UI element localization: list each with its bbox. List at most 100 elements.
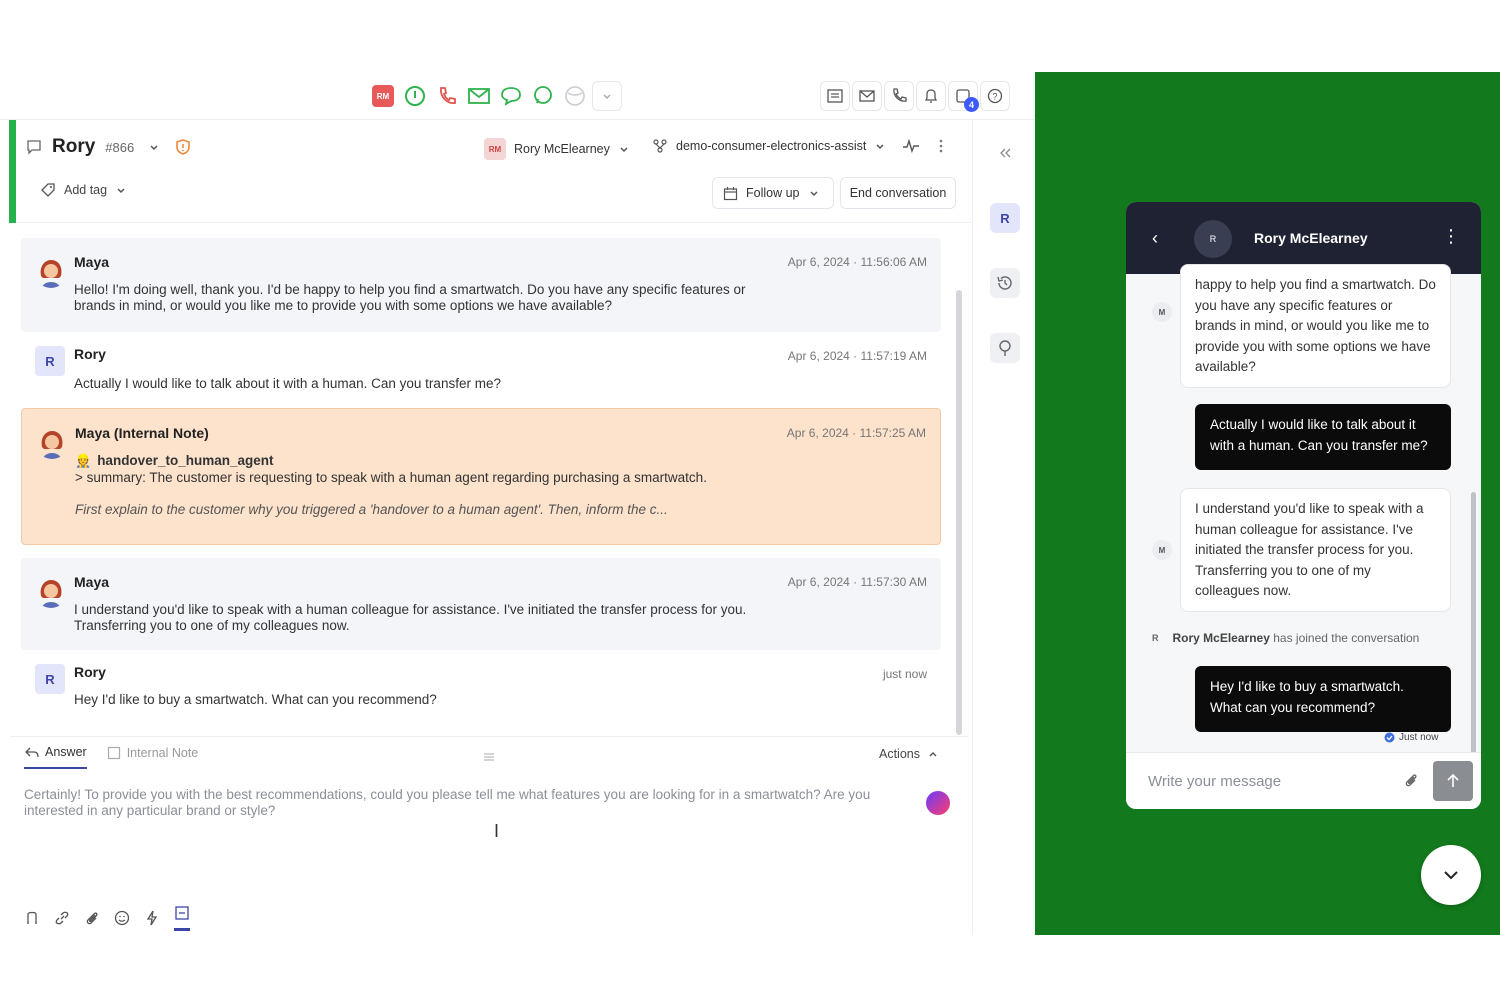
chat-widget: ‹ R Rory McElearney ⋮ M happy to help yo… <box>1126 202 1481 809</box>
more-vertical-icon[interactable] <box>938 138 944 154</box>
user-avatar: R <box>35 346 65 376</box>
emoji-icon[interactable] <box>114 910 130 926</box>
inbox-icon[interactable] <box>820 81 850 111</box>
widget-message-list: M happy to help you find a smartwatch. D… <box>1126 264 1481 809</box>
template-icon[interactable] <box>174 905 190 931</box>
conversation-header: Rory #866 RM Rory McElearney demo-consum… <box>16 120 971 223</box>
whatsapp-icon[interactable] <box>528 81 558 111</box>
assignee-name: Rory McElearney <box>514 142 610 156</box>
user-avatar: R <box>35 664 65 694</box>
message-status: Just now <box>1384 732 1438 743</box>
agent-initials: RM <box>372 85 394 107</box>
widget-message-input[interactable]: Write your message <box>1148 773 1281 790</box>
reply-textarea[interactable]: Certainly! To provide you with the best … <box>24 787 924 819</box>
drag-handle-icon[interactable] <box>483 751 495 763</box>
globe-icon[interactable] <box>560 81 590 111</box>
add-tag-button[interactable]: Add tag <box>40 182 127 198</box>
join-notice: R Rory McElearney has joined the convers… <box>1152 631 1419 645</box>
tab-answer[interactable]: Answer <box>24 745 87 769</box>
lightbulb-icon[interactable] <box>990 333 1020 363</box>
add-tag-label: Add tag <box>64 183 108 197</box>
apps-icon[interactable]: 4 <box>948 81 979 112</box>
chevron-down-icon <box>1444 871 1458 880</box>
tab-internal-note[interactable]: Internal Note <box>107 746 199 768</box>
email-icon[interactable] <box>464 81 494 111</box>
collapse-panel-icon[interactable] <box>990 138 1020 168</box>
tab-internal-note-label: Internal Note <box>126 746 199 760</box>
message-user: R Rory Apr 6, 2024 · 11:57:19 AM Actuall… <box>21 332 941 408</box>
chat-icon[interactable] <box>496 81 526 111</box>
message-time: Apr 6, 2024 · 11:56:06 AM <box>787 255 927 269</box>
message-time: Apr 6, 2024 · 11:57:19 AM <box>787 349 927 363</box>
widget-bot-message: happy to help you find a smartwatch. Do … <box>1180 264 1451 388</box>
message-text: Hey I'd like to buy a smartwatch. What c… <box>74 692 437 707</box>
contact-profile-button[interactable]: R <box>990 203 1020 233</box>
tag-icon <box>41 183 55 197</box>
internal-note: Maya (Internal Note) Apr 6, 2024 · 11:57… <box>21 408 941 545</box>
chevron-down-icon[interactable] <box>592 81 622 111</box>
chevron-down-icon <box>117 188 125 194</box>
chevron-up-icon <box>929 752 937 757</box>
send-button[interactable] <box>1433 761 1473 801</box>
conversation-name: Rory <box>52 136 96 157</box>
priority-shield-icon[interactable] <box>174 138 192 156</box>
just-now-label: Just now <box>1399 732 1439 743</box>
back-arrow-icon[interactable]: ‹ <box>1152 228 1158 249</box>
widget-contact-avatar: R <box>1194 220 1232 258</box>
channel-toolbar: RM <box>368 80 622 112</box>
calendar-icon <box>723 186 738 200</box>
message-text: I understand you'd like to speak with a … <box>74 602 747 633</box>
chevron-down-icon[interactable] <box>148 141 160 153</box>
flow-icon <box>653 139 667 153</box>
bot-avatar: M <box>1152 302 1172 322</box>
chevron-down-icon <box>876 144 884 150</box>
history-icon[interactable] <box>990 268 1020 298</box>
conversation-id: #866 <box>105 139 135 155</box>
agent-avatar-button[interactable]: RM <box>368 81 398 111</box>
note-icon <box>107 746 120 760</box>
text-format-icon[interactable] <box>24 910 40 926</box>
chevron-down-icon <box>809 191 818 197</box>
message-author: Maya <box>74 574 110 590</box>
message-bot: Maya Apr 6, 2024 · 11:56:06 AM Hello! I'… <box>21 238 941 332</box>
bell-icon[interactable] <box>916 81 946 111</box>
message-author: Maya (Internal Note) <box>75 425 209 441</box>
message-time: just now <box>882 667 927 681</box>
actions-menu[interactable]: Actions <box>879 747 938 761</box>
right-rail: R <box>972 120 1035 935</box>
mail-icon[interactable] <box>852 81 882 111</box>
ai-assist-icon[interactable] <box>926 791 950 815</box>
link-icon[interactable] <box>54 910 70 926</box>
paperclip-icon[interactable] <box>1402 771 1420 789</box>
bot-avatar: M <box>1152 540 1172 560</box>
website-background: ‹ R Rory McElearney ⋮ M happy to help yo… <box>1035 72 1500 935</box>
widget-user-message: Hey I'd like to buy a smartwatch. What c… <box>1195 666 1451 732</box>
active-indicator <box>9 120 16 223</box>
conversation-title-row: Rory #866 <box>26 136 192 158</box>
message-author: Rory <box>74 346 106 362</box>
phone-icon[interactable] <box>432 81 462 111</box>
message-time: Apr 6, 2024 · 11:57:25 AM <box>786 426 926 440</box>
assignee-select[interactable]: RM Rory McElearney <box>484 138 630 160</box>
follow-up-button[interactable]: Follow up <box>712 177 834 209</box>
widget-toggle-button[interactable] <box>1421 845 1481 905</box>
notification-count: 4 <box>964 97 979 112</box>
help-icon[interactable]: ? <box>980 81 1010 111</box>
end-conversation-button[interactable]: End conversation <box>840 177 956 209</box>
message-scrollbar[interactable] <box>956 290 962 735</box>
reply-icon <box>25 747 39 757</box>
composer-tabs: Answer Internal Note <box>24 745 198 769</box>
lightning-icon[interactable] <box>144 910 160 926</box>
text-cursor-icon: I <box>494 821 500 841</box>
activity-icon[interactable] <box>902 138 920 154</box>
status-icon[interactable] <box>400 81 430 111</box>
more-vertical-icon[interactable]: ⋮ <box>1442 226 1460 247</box>
bot-select[interactable]: demo-consumer-electronics-assist <box>652 138 886 154</box>
reply-composer: Answer Internal Note Actions Certainly! … <box>10 736 968 935</box>
call-icon[interactable] <box>884 81 914 111</box>
svg-text:?: ? <box>992 92 997 102</box>
attachment-icon[interactable] <box>84 910 100 926</box>
handover-line: 👷 handover_to_human_agent <box>75 453 775 469</box>
message-text: Hello! I'm doing well, thank you. I'd be… <box>74 282 746 313</box>
actions-label: Actions <box>879 747 920 761</box>
